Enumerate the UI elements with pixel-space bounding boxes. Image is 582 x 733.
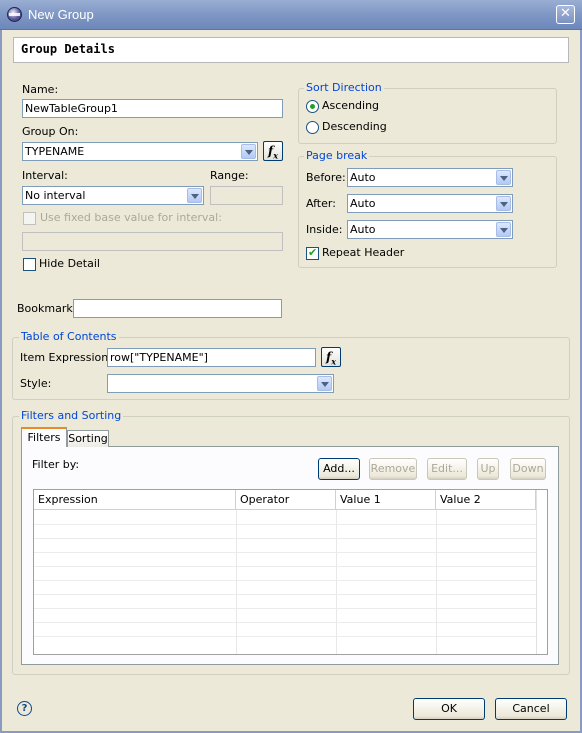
table-row [34, 566, 536, 567]
column-divider [536, 490, 537, 654]
table-row [34, 608, 536, 609]
item-expression-field[interactable]: row["TYPENAME"] [107, 348, 316, 367]
cancel-button[interactable]: Cancel [495, 698, 567, 720]
add-filter-button[interactable]: Add... [318, 458, 360, 480]
descending-radio[interactable] [306, 121, 319, 134]
sort-direction-title: Sort Direction [304, 81, 384, 94]
range-field [210, 186, 283, 205]
repeat-header-label: Repeat Header [322, 246, 405, 259]
table-row [34, 524, 536, 525]
column-divider [336, 510, 337, 654]
before-value: Auto [350, 171, 376, 184]
close-button[interactable]: ✕ [556, 5, 575, 24]
interval-select[interactable]: No interval [22, 186, 204, 205]
ascending-label: Ascending [322, 99, 380, 112]
chevron-down-icon[interactable] [496, 170, 511, 185]
inside-label: Inside: [306, 223, 343, 236]
eclipse-icon [7, 7, 22, 22]
window-title: New Group [28, 7, 94, 22]
column-header-value1[interactable]: Value 1 [336, 490, 436, 510]
fx-icon: fx [268, 144, 278, 161]
page-break-title: Page break [304, 149, 370, 162]
table-row [34, 552, 536, 553]
remove-filter-button: Remove [369, 458, 417, 480]
interval-value: No interval [25, 189, 86, 202]
edit-filter-button: Edit... [427, 458, 467, 480]
column-divider [236, 510, 237, 654]
table-row [34, 636, 536, 637]
use-fixed-base-checkbox [23, 212, 36, 225]
interval-label: Interval: [22, 169, 68, 182]
chevron-down-icon[interactable] [241, 144, 256, 159]
column-header-value2[interactable]: Value 2 [436, 490, 536, 510]
after-select[interactable]: Auto [347, 194, 513, 213]
item-expression-label: Item Expression: [20, 351, 112, 364]
hide-detail-label: Hide Detail [39, 257, 100, 270]
down-button: Down [510, 458, 546, 480]
chevron-down-icon[interactable] [187, 188, 202, 203]
name-field[interactable]: NewTableGroup1 [22, 99, 283, 118]
before-label: Before: [306, 171, 346, 184]
chevron-down-icon[interactable] [496, 222, 511, 237]
fx-icon: fx [326, 350, 336, 367]
repeat-header-checkbox[interactable] [306, 246, 319, 260]
help-icon[interactable]: ? [17, 701, 32, 716]
descending-label: Descending [322, 120, 387, 133]
bookmark-field[interactable] [73, 299, 282, 318]
up-button: Up [477, 458, 499, 480]
group-on-label: Group On: [22, 125, 79, 138]
filters-sorting-title: Filters and Sorting [19, 409, 124, 422]
toc-title: Table of Contents [19, 330, 119, 343]
column-header-expression[interactable]: Expression [34, 490, 236, 510]
style-label: Style: [20, 377, 52, 390]
group-on-value: TYPENAME [25, 145, 85, 158]
tab-sorting[interactable]: Sorting [67, 430, 109, 447]
before-select[interactable]: Auto [347, 168, 513, 187]
inside-value: Auto [350, 223, 376, 236]
fixed-base-field [22, 232, 283, 251]
inside-select[interactable]: Auto [347, 220, 513, 239]
name-label: Name: [22, 83, 59, 96]
ok-button[interactable]: OK [413, 698, 485, 720]
sort-direction-group [298, 88, 557, 144]
style-select[interactable] [107, 374, 334, 393]
column-divider [436, 510, 437, 654]
after-label: After: [306, 197, 336, 210]
close-icon: ✕ [560, 6, 571, 21]
use-fixed-base-label: Use fixed base value for interval: [40, 211, 222, 224]
filters-table[interactable]: Expression Operator Value 1 Value 2 [33, 489, 548, 655]
group-on-select[interactable]: TYPENAME [22, 142, 258, 161]
after-value: Auto [350, 197, 376, 210]
title-bar[interactable]: New Group ✕ [0, 0, 582, 30]
header-title: Group Details [21, 42, 115, 56]
bookmark-label: Bookmark: [17, 302, 77, 315]
header-box: Group Details [13, 37, 569, 63]
ascending-radio[interactable] [306, 100, 319, 113]
toc-expression-builder-button[interactable]: fx [321, 347, 341, 367]
tab-filters[interactable]: Filters [21, 427, 67, 447]
table-row [34, 538, 536, 539]
hide-detail-checkbox[interactable] [23, 258, 36, 271]
expression-builder-button[interactable]: fx [263, 141, 283, 161]
table-row [34, 580, 536, 581]
chevron-down-icon[interactable] [317, 376, 332, 391]
range-label: Range: [210, 169, 249, 182]
table-row [34, 622, 536, 623]
chevron-down-icon[interactable] [496, 196, 511, 211]
column-header-operator[interactable]: Operator [236, 490, 336, 510]
table-row [34, 594, 536, 595]
filter-by-label: Filter by: [32, 458, 80, 471]
